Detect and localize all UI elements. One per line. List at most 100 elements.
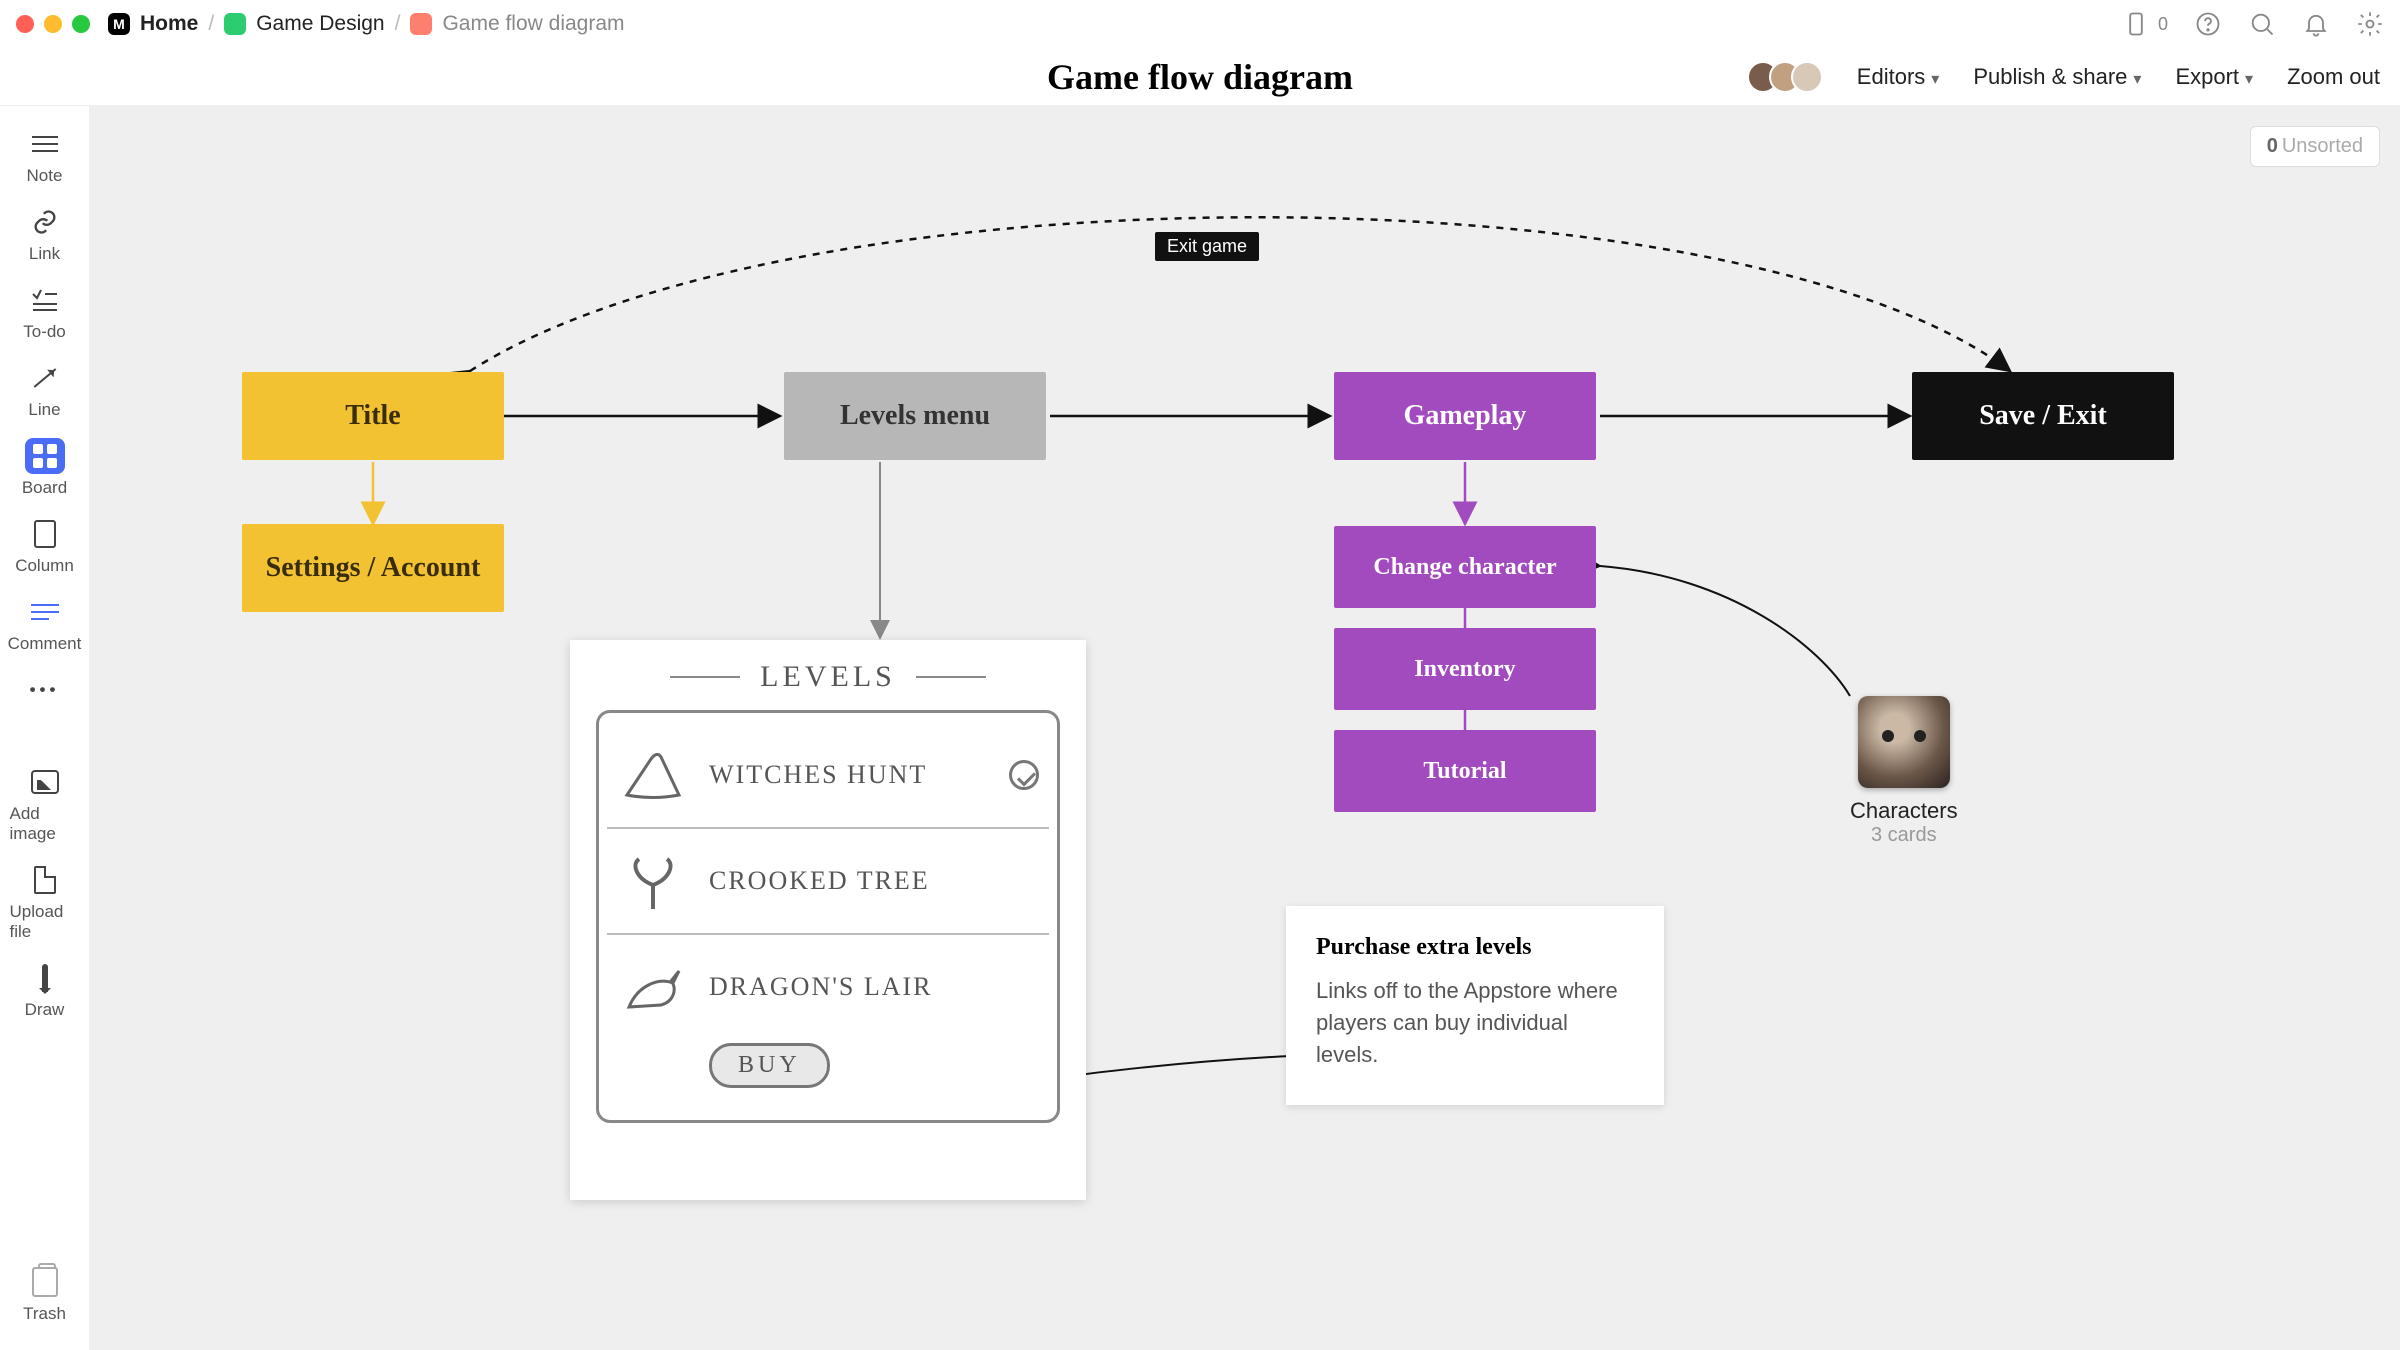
comment-icon [31,611,59,613]
connector-label-exit-game[interactable]: Exit game [1155,232,1259,261]
sketch-heading: LEVELS [760,660,896,694]
line-icon [33,368,56,388]
tool-label: Upload file [10,902,80,942]
tool-label: Column [15,556,74,576]
node-title[interactable]: Title [242,372,504,460]
node-label: Settings / Account [266,552,481,584]
file-icon [34,866,56,894]
node-save-exit[interactable]: Save / Exit [1912,372,2174,460]
publish-menu[interactable]: Publish & share [1973,64,2141,90]
more-icon: ••• [30,680,60,700]
tool-draw[interactable]: Draw [10,960,80,1020]
tool-rail: Note Link To-do Line Board Column Commen… [0,106,90,1350]
tool-column[interactable]: Column [10,516,80,576]
link-icon [31,208,59,236]
breadcrumb-sep: / [395,12,401,36]
tool-label: Add image [10,804,80,844]
zoom-out-button[interactable]: Zoom out [2287,64,2380,90]
node-label: Title [345,400,400,432]
note-card-purchase[interactable]: Purchase extra levels Links off to the A… [1286,906,1664,1105]
node-tutorial[interactable]: Tutorial [1334,730,1596,812]
app-logo-icon[interactable]: M [108,13,130,35]
dragon-icon [617,957,689,1017]
export-menu[interactable]: Export [2175,64,2253,90]
editors-menu[interactable]: Editors [1857,64,1940,90]
unsorted-label: Unsorted [2282,135,2363,157]
node-change-character[interactable]: Change character [1334,526,1596,608]
sketch-row-label: DRAGON'S LAIR [709,972,933,1002]
mobile-preview-count: 0 [2158,14,2168,35]
sketch-row-label: WITCHES HUNT [709,760,927,790]
tool-todo[interactable]: To-do [10,282,80,342]
breadcrumb-project[interactable]: Game Design [256,12,384,36]
document-header: Game flow diagram Editors Publish & shar… [0,48,2400,106]
tool-label: Board [22,478,67,498]
avatar[interactable] [1791,61,1823,93]
breadcrumb-sep: / [208,12,214,36]
window-chrome: M Home / Game Design / Game flow diagram… [0,0,2400,48]
search-icon[interactable] [2248,10,2276,38]
tool-add-image[interactable]: Add image [10,764,80,844]
tool-line[interactable]: Line [10,360,80,420]
node-inventory[interactable]: Inventory [1334,628,1596,710]
tree-icon [617,851,689,911]
node-settings[interactable]: Settings / Account [242,524,504,612]
unsorted-count: 0 [2267,135,2278,157]
characters-title: Characters [1850,798,1958,824]
tool-link[interactable]: Link [10,204,80,264]
page-title[interactable]: Game flow diagram [1047,56,1353,98]
doc-color-icon [410,13,432,35]
breadcrumb-home[interactable]: Home [140,12,198,36]
breadcrumb: M Home / Game Design / Game flow diagram [108,12,625,36]
project-color-icon [224,13,246,35]
note-icon [32,143,58,145]
column-icon [34,520,56,548]
tool-trash[interactable]: Trash [10,1264,80,1324]
gear-icon[interactable] [2356,10,2384,38]
witch-hat-icon [617,745,689,805]
tool-board[interactable]: Board [10,438,80,498]
node-label: Gameplay [1404,400,1527,432]
board-canvas[interactable]: 0Unsorted Title Settings / Account [90,106,2400,1350]
note-body: Links off to the Appstore where players … [1316,975,1634,1071]
characters-count: 3 cards [1850,824,1958,847]
node-label: Change character [1373,554,1556,581]
unsorted-pill[interactable]: 0Unsorted [2250,126,2380,167]
tool-label: Trash [23,1304,66,1324]
node-gameplay[interactable]: Gameplay [1334,372,1596,460]
breadcrumb-doc[interactable]: Game flow diagram [442,12,624,36]
tool-label: Note [27,166,63,186]
tool-comment[interactable]: Comment [10,594,80,654]
tool-label: Link [29,244,60,264]
sketch-row: DRAGON'S LAIR BUY [607,935,1049,1110]
note-title: Purchase extra levels [1316,934,1634,961]
todo-icon [31,288,59,312]
tool-label: Comment [8,634,82,654]
linked-board-characters[interactable]: Characters 3 cards [1850,696,1958,847]
board-icon [33,444,57,468]
check-icon [1009,760,1039,790]
tool-label: Draw [25,1000,65,1020]
node-label: Save / Exit [1979,400,2107,432]
minimize-window-icon[interactable] [44,15,62,33]
sketch-row: WITCHES HUNT [607,723,1049,829]
tool-note[interactable]: Note [10,126,80,186]
help-icon[interactable] [2194,10,2222,38]
tool-more[interactable]: ••• [10,672,80,708]
node-levels-menu[interactable]: Levels menu [784,372,1046,460]
presence-avatars[interactable] [1757,61,1823,93]
sketch-row: CROOKED TREE [607,829,1049,935]
pencil-icon [42,964,48,992]
mobile-preview-icon[interactable] [2122,10,2150,38]
characters-thumbnail-icon [1858,696,1950,788]
node-label: Tutorial [1423,758,1506,785]
bell-icon[interactable] [2302,10,2330,38]
traffic-lights [16,15,90,33]
fullscreen-window-icon[interactable] [72,15,90,33]
close-window-icon[interactable] [16,15,34,33]
tool-upload[interactable]: Upload file [10,862,80,942]
node-label: Inventory [1414,656,1515,683]
levels-sketch-image[interactable]: LEVELS WITCHES HUNT CROOKED TREE DRAGON'… [570,640,1086,1200]
connectors-layer [90,106,2400,1350]
image-icon [31,770,59,794]
